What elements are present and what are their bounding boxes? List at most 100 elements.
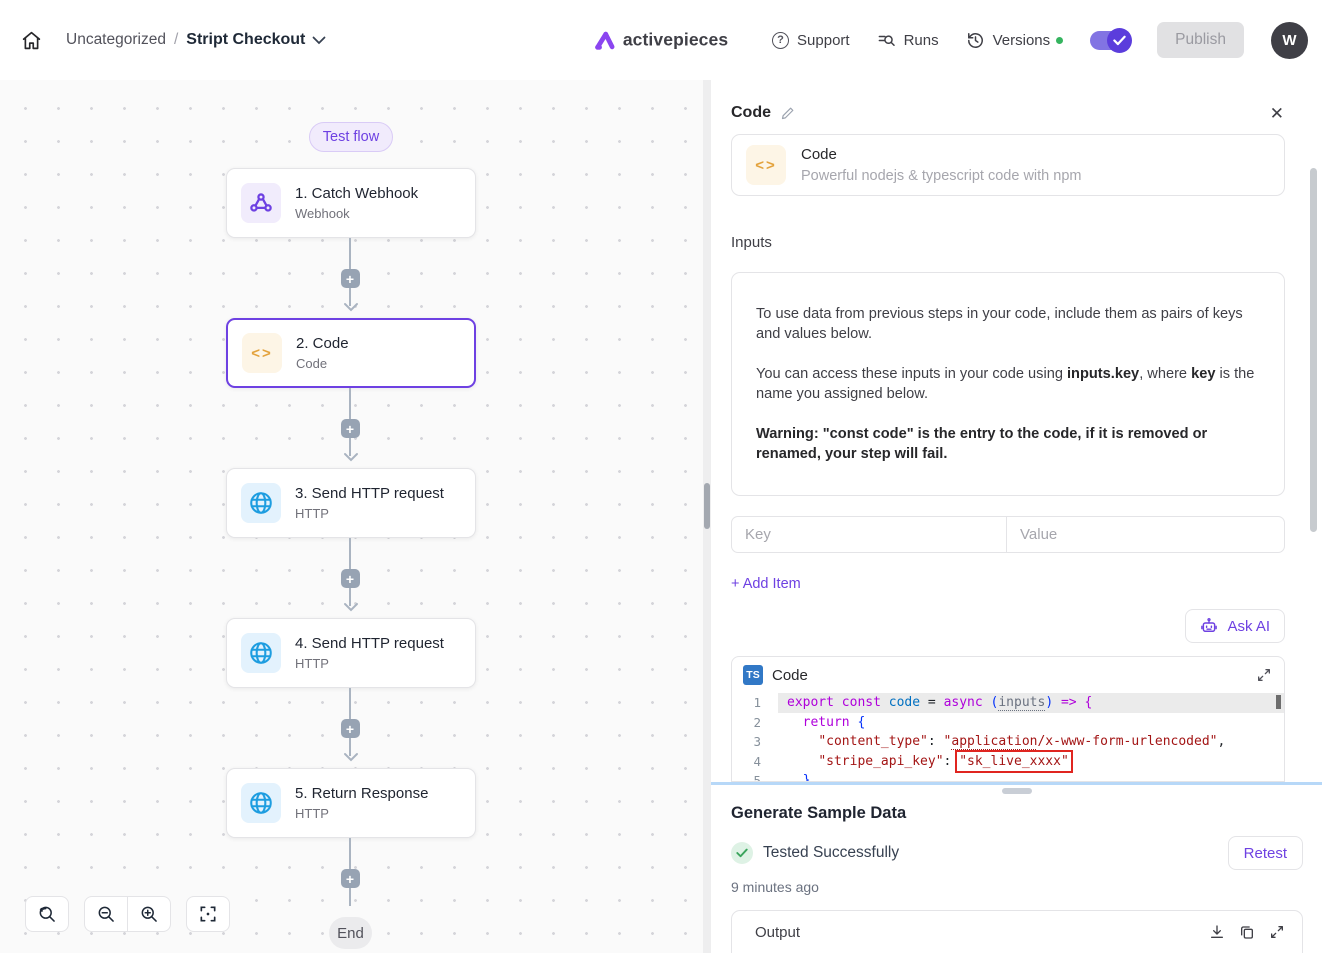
panel-resize-divider[interactable] <box>703 80 711 953</box>
step-description: Powerful nodejs & typescript code with n… <box>801 168 1081 184</box>
runs-button[interactable]: Runs <box>877 31 939 50</box>
add-item-link[interactable]: + Add Item <box>731 576 801 592</box>
home-button[interactable] <box>14 23 48 57</box>
node-title: 3. Send HTTP request <box>295 485 444 502</box>
step-name: Code <box>801 146 1081 163</box>
node-subtitle: HTTP <box>295 506 444 521</box>
arrow-down-icon <box>343 302 359 312</box>
node-subtitle: Code <box>296 356 349 371</box>
help-icon: ? <box>772 32 789 49</box>
panel-resize-handle[interactable] <box>704 483 710 529</box>
flow-node-code[interactable]: <> 2. Code Code <box>226 318 476 388</box>
canvas-controls <box>25 896 230 932</box>
flow-name-menu[interactable]: Stript Checkout <box>186 31 326 49</box>
step-info-card: <> Code Powerful nodejs & typescript cod… <box>731 134 1285 196</box>
publish-button[interactable]: Publish <box>1157 22 1244 58</box>
breadcrumb: Uncategorized / Stript Checkout <box>66 31 326 49</box>
node-title: 4. Send HTTP request <box>295 635 444 652</box>
editor-scrollbar[interactable] <box>1276 695 1281 709</box>
support-button[interactable]: ? Support <box>772 32 850 49</box>
arrow-down-icon <box>343 452 359 462</box>
connector: + <box>335 688 367 768</box>
history-icon <box>966 31 985 50</box>
close-icon[interactable]: ✕ <box>1270 105 1284 122</box>
connector: + <box>335 838 367 908</box>
flow-node-catch-webhook[interactable]: 1. Catch Webhook Webhook <box>226 168 476 238</box>
webhook-icon <box>241 183 281 223</box>
copy-icon[interactable] <box>1239 924 1255 940</box>
home-icon <box>21 30 42 51</box>
reset-zoom-button[interactable] <box>26 897 68 931</box>
test-flow-button[interactable]: Test flow <box>309 122 393 152</box>
output-box: Output <box>731 910 1303 953</box>
code-icon: <> <box>746 145 786 185</box>
info-warning: Warning: "const code" is the entry to th… <box>756 424 1260 464</box>
add-step-button[interactable]: + <box>341 719 360 738</box>
breadcrumb-separator: / <box>174 31 178 49</box>
info-paragraph-1: To use data from previous steps in your … <box>756 304 1260 344</box>
activepieces-logo-icon <box>594 30 616 50</box>
ask-ai-button[interactable]: Ask AI <box>1185 609 1285 643</box>
zoom-out-icon <box>96 904 116 924</box>
typescript-badge: TS <box>743 665 763 685</box>
panel-title: Code <box>731 104 771 122</box>
versions-button[interactable]: Versions <box>966 31 1064 50</box>
add-step-button[interactable]: + <box>341 569 360 588</box>
ask-ai-label: Ask AI <box>1227 618 1270 635</box>
flow-enabled-toggle[interactable] <box>1090 31 1130 50</box>
add-step-button[interactable]: + <box>341 869 360 888</box>
draft-indicator-dot <box>1056 37 1063 44</box>
fit-view-icon <box>198 904 218 924</box>
inputs-info-box: To use data from previous steps in your … <box>731 272 1285 496</box>
panel-scrollbar[interactable] <box>1310 168 1317 532</box>
add-step-button[interactable]: + <box>341 269 360 288</box>
connector: + <box>335 538 367 618</box>
input-pair-row <box>731 516 1285 553</box>
key-input[interactable] <box>731 516 1007 553</box>
edit-name-icon[interactable] <box>780 106 795 121</box>
flow-node-return-response[interactable]: 5. Return Response HTTP <box>226 768 476 838</box>
expand-output-icon[interactable] <box>1269 924 1285 940</box>
expand-code-icon[interactable] <box>1256 667 1272 683</box>
arrow-down-icon <box>343 602 359 612</box>
info-paragraph-2: You can access these inputs in your code… <box>756 364 1260 404</box>
reset-zoom-icon <box>37 904 57 924</box>
node-subtitle: Webhook <box>295 206 418 221</box>
connector: + <box>335 238 367 318</box>
runs-icon <box>877 31 896 50</box>
node-title: 5. Return Response <box>295 785 428 802</box>
versions-label: Versions <box>993 32 1051 49</box>
zoom-in-button[interactable] <box>128 897 170 931</box>
download-icon[interactable] <box>1209 924 1225 940</box>
flow-canvas[interactable]: Test flow 1. Catch Webhook Webhook + <> … <box>0 80 703 953</box>
success-check-icon <box>731 842 753 864</box>
section-resize-divider[interactable] <box>711 782 1322 785</box>
toggle-check-icon <box>1107 28 1132 53</box>
test-status-text: Tested Successfully <box>763 844 899 862</box>
value-input[interactable] <box>1006 516 1285 553</box>
code-editor-label: Code <box>772 667 808 684</box>
connector: + <box>335 388 367 468</box>
code-icon: <> <box>242 333 282 373</box>
add-step-button[interactable]: + <box>341 419 360 438</box>
runs-label: Runs <box>904 32 939 49</box>
support-label: Support <box>797 32 850 49</box>
code-editor[interactable]: 1export const code = async (inputs) => {… <box>732 693 1284 781</box>
zoom-out-button[interactable] <box>85 897 127 931</box>
flow-end-marker: End <box>329 917 372 949</box>
node-subtitle: HTTP <box>295 806 428 821</box>
globe-icon <box>241 783 281 823</box>
node-title: 1. Catch Webhook <box>295 185 418 202</box>
inputs-heading: Inputs <box>731 234 1285 251</box>
flow-node-http-2[interactable]: 4. Send HTTP request HTTP <box>226 618 476 688</box>
top-bar: Uncategorized / Stript Checkout activepi… <box>0 0 1322 80</box>
fit-view-button[interactable] <box>187 897 229 931</box>
retest-button[interactable]: Retest <box>1228 836 1303 870</box>
breadcrumb-category[interactable]: Uncategorized <box>66 31 166 49</box>
globe-icon <box>241 483 281 523</box>
flow-node-http-1[interactable]: 3. Send HTTP request HTTP <box>226 468 476 538</box>
node-subtitle: HTTP <box>295 656 444 671</box>
node-title: 2. Code <box>296 335 349 352</box>
robot-icon <box>1200 617 1218 635</box>
avatar[interactable]: W <box>1271 22 1308 59</box>
